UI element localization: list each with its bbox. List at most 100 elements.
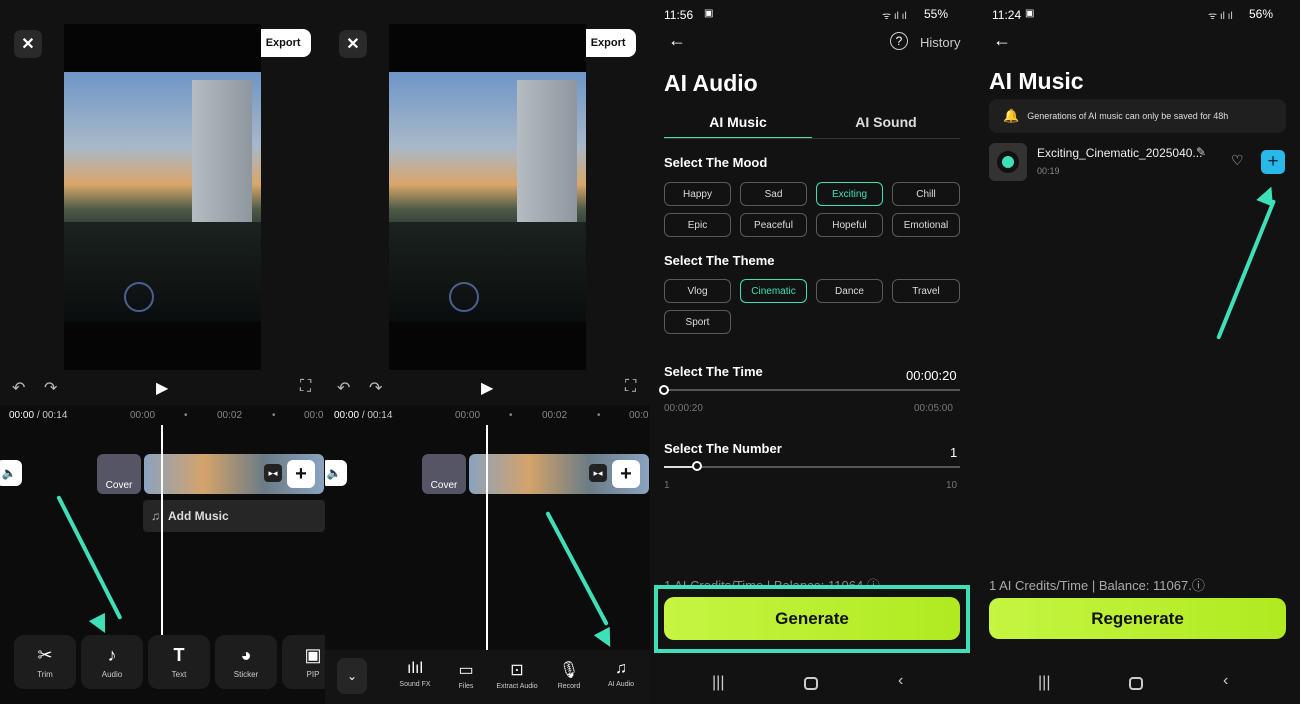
tick-dot: •	[184, 410, 188, 421]
regenerate-button[interactable]: Regenerate	[989, 598, 1286, 639]
mood-chip[interactable]: Sad	[740, 182, 807, 206]
add-to-timeline-button[interactable]: +	[1261, 150, 1285, 174]
theme-chip-selected[interactable]: Cinematic	[740, 279, 807, 303]
fullscreen-icon[interactable]: ⛶	[300, 378, 311, 396]
history-link[interactable]: History	[920, 35, 960, 50]
tool-files[interactable]: ▭ Files	[442, 660, 490, 690]
tick-label: 00:0	[629, 410, 649, 421]
preview-canvas	[389, 24, 586, 370]
pointer-arrow	[1216, 199, 1277, 340]
mood-chip[interactable]: Emotional	[892, 213, 960, 237]
sticker-icon: ◕	[240, 645, 252, 665]
recent-apps-icon[interactable]: |||	[1038, 674, 1050, 692]
help-icon[interactable]: ?	[890, 32, 908, 50]
plus-icon: +	[1267, 151, 1279, 172]
close-button[interactable]: ✕	[339, 30, 367, 58]
add-clip-button[interactable]: +	[612, 460, 640, 488]
tool-sound-fx[interactable]: ılıl Sound FX	[391, 660, 439, 688]
playhead[interactable]	[486, 425, 488, 650]
track-name: Exciting_Cinematic_2025040...	[1037, 146, 1203, 160]
page-title: AI Audio	[664, 70, 758, 96]
home-icon[interactable]	[1129, 677, 1143, 690]
info-icon: ⓘ	[1191, 578, 1205, 593]
editor-panel: ✕ ⇪Export ↶ ↷ ▶ ⛶ 00:00 / 00:14 00:00 • …	[0, 0, 325, 704]
sound-fx-icon: ılıl	[407, 660, 423, 677]
text-icon: T	[173, 645, 185, 665]
back-icon[interactable]: ←	[993, 30, 1011, 51]
edit-icon[interactable]: ✎	[1196, 145, 1206, 159]
time-max: 00:05:00	[914, 403, 953, 414]
back-nav-icon[interactable]: ‹	[1223, 672, 1228, 690]
tick-label: 00:02	[217, 410, 243, 421]
undo-icon[interactable]: ↶	[337, 378, 350, 398]
play-icon[interactable]: ▶	[481, 378, 493, 398]
tool-audio[interactable]: ♪ Audio	[81, 635, 143, 689]
theme-chip[interactable]: Sport	[664, 310, 731, 334]
theme-chip[interactable]: Dance	[816, 279, 883, 303]
time-slider-knob[interactable]	[659, 385, 669, 395]
track-thumbnail[interactable]	[989, 143, 1027, 181]
transition-icon[interactable]: ▸◂	[264, 464, 282, 482]
number-max: 10	[946, 480, 958, 491]
mood-chip[interactable]: Peaceful	[740, 213, 807, 237]
theme-heading: Select The Theme	[664, 253, 775, 268]
number-min: 1	[664, 480, 670, 491]
tool-pip[interactable]: ▣ PIP	[282, 635, 325, 689]
undo-icon[interactable]: ↶	[12, 378, 25, 398]
cover-thumbnail[interactable]: Cover	[422, 454, 466, 494]
mood-chip-selected[interactable]: Exciting	[816, 182, 883, 206]
close-button[interactable]: ✕	[14, 30, 42, 58]
mood-chip[interactable]: Happy	[664, 182, 731, 206]
generate-button[interactable]: Generate	[664, 597, 960, 640]
transition-icon[interactable]: ▸◂	[589, 464, 607, 482]
play-icon[interactable]: ▶	[156, 378, 168, 398]
notice-banner: 🔔 Generations of AI music can only be sa…	[989, 99, 1286, 133]
time-readout: 00:00 / 00:14	[9, 410, 68, 421]
theme-chip[interactable]: Vlog	[664, 279, 731, 303]
mute-icon[interactable]: 🔈	[0, 460, 22, 486]
mood-chip[interactable]: Epic	[664, 213, 731, 237]
video-preview[interactable]	[64, 72, 261, 322]
preview-canvas	[64, 24, 261, 370]
number-slider-knob[interactable]	[691, 461, 702, 471]
pointer-arrowhead	[1256, 183, 1280, 207]
mood-heading: Select The Mood	[664, 155, 768, 170]
add-music-track[interactable]: ♫ Add Music	[143, 500, 325, 532]
scissors-icon: ✂	[37, 645, 53, 665]
redo-icon[interactable]: ↷	[44, 378, 57, 398]
tool-ai-audio[interactable]: ♫ AI Audio	[597, 660, 645, 688]
tick-label: 00:02	[542, 410, 568, 421]
tab-ai-music[interactable]: AI Music	[664, 114, 812, 130]
ai-audio-panel: 11:56 ▣ ᯤ ıl ıl 55% ← ? History AI Audio…	[650, 0, 975, 704]
tool-trim[interactable]: ✂ Trim	[14, 635, 76, 689]
tick-dot: •	[509, 410, 513, 421]
home-icon[interactable]	[804, 677, 818, 690]
add-clip-button[interactable]: +	[287, 460, 315, 488]
playhead[interactable]	[161, 425, 163, 650]
tool-record[interactable]: 🎙 Record	[545, 660, 593, 690]
recent-apps-icon[interactable]: |||	[712, 674, 724, 692]
redo-icon[interactable]: ↷	[369, 378, 382, 398]
heart-icon[interactable]: ♡	[1231, 152, 1244, 169]
number-slider[interactable]	[664, 466, 960, 468]
tool-text[interactable]: T Text	[148, 635, 210, 689]
collapse-button[interactable]: ⌄	[337, 658, 367, 694]
theme-chip[interactable]: Travel	[892, 279, 960, 303]
tool-sticker[interactable]: ◕ Sticker	[215, 635, 277, 689]
time-slider[interactable]	[664, 389, 960, 391]
cover-thumbnail[interactable]: Cover	[97, 454, 141, 494]
fullscreen-icon[interactable]: ⛶	[625, 378, 636, 396]
chevron-down-icon: ⌄	[346, 669, 358, 683]
tick-label: 00:0	[304, 410, 324, 421]
music-note-icon: ♫	[151, 509, 160, 523]
mute-icon[interactable]: 🔈	[325, 460, 347, 486]
video-preview[interactable]	[389, 72, 586, 322]
tab-ai-sound[interactable]: AI Sound	[812, 114, 960, 130]
tool-extract-audio[interactable]: ⊡ Extract Audio	[493, 660, 541, 691]
mood-chip[interactable]: Chill	[892, 182, 960, 206]
back-nav-icon[interactable]: ‹	[898, 672, 903, 690]
tick-label: 00:00	[455, 410, 481, 421]
mood-chip[interactable]: Hopeful	[816, 213, 883, 237]
time-value: 00:00:20	[906, 368, 957, 383]
back-icon[interactable]: ←	[668, 30, 686, 51]
